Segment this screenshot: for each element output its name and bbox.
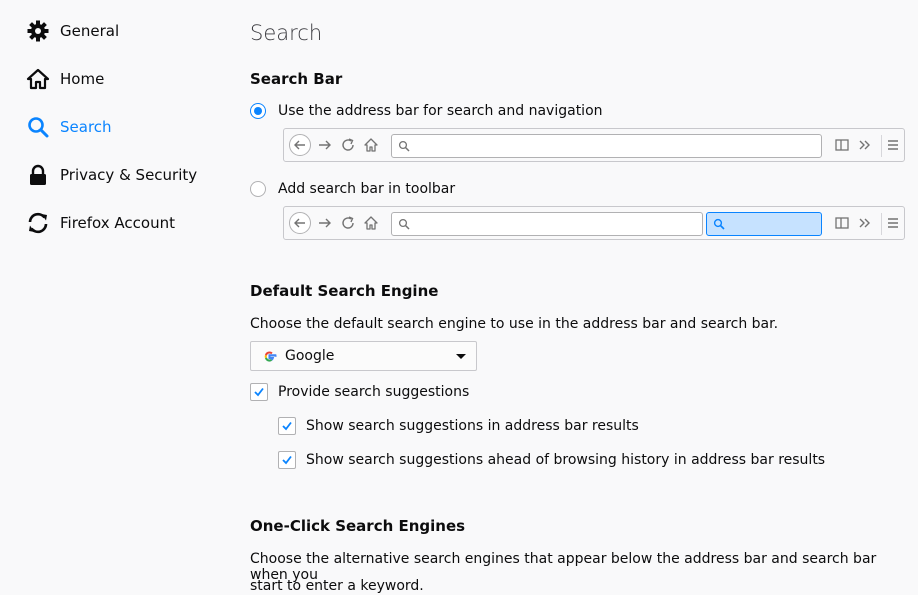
- sidebar: General Home Search Privacy & Security F…: [0, 0, 230, 595]
- reload-icon: [340, 137, 356, 153]
- sync-icon: [26, 211, 50, 235]
- sidebar-item-search[interactable]: Search: [26, 112, 112, 142]
- sidebar-icon: [834, 215, 850, 231]
- google-logo-icon: [262, 349, 277, 364]
- search-bar-preview: [706, 212, 822, 236]
- use-address-bar-radio-row[interactable]: Use the address bar for search and navig…: [250, 100, 603, 122]
- one-click-description-line2: start to enter a keyword.: [250, 578, 424, 594]
- home-icon: [363, 215, 379, 231]
- home-icon: [26, 67, 50, 91]
- search-bar-toolbar-preview: [283, 206, 905, 240]
- address-bar-results-checkbox-row[interactable]: Show search suggestions in address bar r…: [278, 415, 639, 437]
- add-search-bar-radio-row[interactable]: Add search bar in toolbar: [250, 178, 455, 200]
- provide-suggestions-checkbox[interactable]: [250, 383, 268, 401]
- checkmark-icon: [254, 387, 264, 397]
- provide-suggestions-label: Provide search suggestions: [278, 384, 470, 400]
- back-arrow-icon: [289, 134, 311, 156]
- dropdown-arrow-icon: [456, 354, 466, 359]
- toolbar-divider: [881, 135, 882, 157]
- search-icon: [26, 115, 50, 139]
- forward-arrow-icon: [317, 215, 333, 231]
- sidebar-item-label: Home: [60, 70, 105, 88]
- url-bar-preview: [391, 212, 703, 236]
- ahead-of-history-checkbox-row[interactable]: Show search suggestions ahead of browsin…: [278, 449, 825, 471]
- checkmark-icon: [282, 455, 292, 465]
- address-bar-toolbar-preview: [283, 128, 905, 162]
- default-engine-selected: Google: [285, 348, 335, 364]
- address-bar-results-checkbox[interactable]: [278, 417, 296, 435]
- search-bar-heading: Search Bar: [250, 70, 343, 88]
- ahead-of-history-checkbox[interactable]: [278, 451, 296, 469]
- use-address-bar-label: Use the address bar for search and navig…: [278, 103, 603, 119]
- toolbar-divider: [881, 213, 882, 235]
- one-click-heading: One-Click Search Engines: [250, 517, 466, 535]
- sidebar-item-label: Privacy & Security: [60, 166, 198, 184]
- sidebar-item-label: Search: [60, 118, 112, 136]
- lock-icon: [26, 163, 50, 187]
- back-arrow-icon: [289, 212, 311, 234]
- reload-icon: [340, 215, 356, 231]
- hamburger-menu-icon: [885, 137, 901, 153]
- checkmark-icon: [282, 421, 292, 431]
- home-icon: [363, 137, 379, 153]
- sidebar-item-general[interactable]: General: [26, 16, 119, 46]
- sidebar-item-home[interactable]: Home: [26, 64, 104, 94]
- default-engine-heading: Default Search Engine: [250, 282, 439, 300]
- default-engine-description: Choose the default search engine to use …: [250, 316, 779, 332]
- default-engine-dropdown[interactable]: Google: [250, 341, 477, 371]
- sidebar-icon: [834, 137, 850, 153]
- add-search-bar-label: Add search bar in toolbar: [278, 181, 456, 197]
- search-icon: [713, 218, 725, 230]
- overflow-chevron-icon: [857, 215, 873, 231]
- address-bar-results-label: Show search suggestions in address bar r…: [306, 418, 639, 434]
- search-icon: [398, 218, 410, 230]
- url-bar-preview: [391, 134, 822, 158]
- use-address-bar-radio[interactable]: [250, 103, 266, 119]
- add-search-bar-radio[interactable]: [250, 181, 266, 197]
- provide-suggestions-checkbox-row[interactable]: Provide search suggestions: [250, 381, 469, 403]
- forward-arrow-icon: [317, 137, 333, 153]
- hamburger-menu-icon: [885, 215, 901, 231]
- gear-icon: [26, 19, 50, 43]
- page-title: Search: [250, 21, 323, 45]
- overflow-chevron-icon: [857, 137, 873, 153]
- search-icon: [398, 140, 410, 152]
- sidebar-item-privacy[interactable]: Privacy & Security: [26, 160, 197, 190]
- ahead-of-history-label: Show search suggestions ahead of browsin…: [306, 452, 826, 468]
- sidebar-item-firefox-account[interactable]: Firefox Account: [26, 208, 175, 238]
- sidebar-item-label: Firefox Account: [60, 214, 175, 232]
- sidebar-item-label: General: [60, 22, 120, 40]
- main-content: Search Search Bar Use the address bar fo…: [250, 0, 918, 595]
